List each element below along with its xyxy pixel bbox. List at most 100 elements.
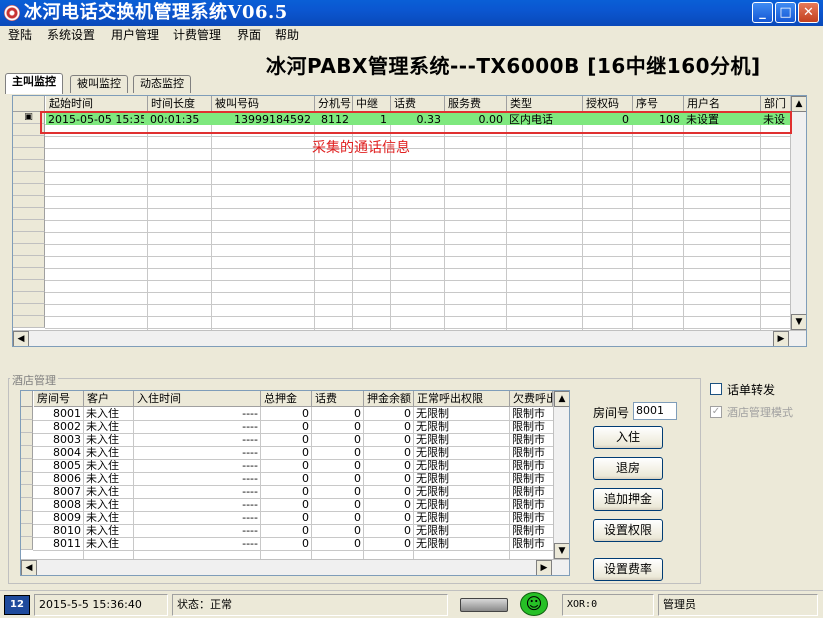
room-cell[interactable]: 未入住: [86, 525, 131, 537]
rooms-scroll-left-button[interactable]: ◀: [21, 560, 37, 575]
horizontal-scrollbar[interactable]: ◀ ▶: [13, 330, 806, 346]
row-selector[interactable]: [13, 136, 45, 148]
menu-billing[interactable]: 计费管理: [173, 26, 221, 44]
room-cell[interactable]: 0: [263, 525, 309, 537]
row-selector[interactable]: [13, 208, 45, 220]
room-cell[interactable]: 8001: [36, 408, 81, 420]
menu-login[interactable]: 登陆: [8, 26, 32, 44]
room-cell[interactable]: 0: [366, 486, 411, 498]
row-selector[interactable]: [21, 511, 33, 524]
column-header[interactable]: 中继: [353, 96, 391, 112]
room-cell[interactable]: 未入住: [86, 486, 131, 498]
room-number-input[interactable]: 8001: [633, 402, 677, 420]
room-cell[interactable]: 0: [314, 525, 361, 537]
room-cell[interactable]: 8009: [36, 512, 81, 524]
room-cell[interactable]: ----: [136, 486, 258, 498]
row-selector[interactable]: [21, 407, 33, 420]
menu-interface[interactable]: 界面: [237, 26, 261, 44]
rooms-horizontal-scrollbar[interactable]: ◀ ▶: [21, 559, 569, 575]
row-selector[interactable]: [21, 498, 33, 511]
column-header[interactable]: 被叫号码: [212, 96, 315, 112]
room-cell[interactable]: 限制市: [512, 512, 550, 524]
room-cell[interactable]: 0: [314, 408, 361, 420]
rooms-scroll-right-button[interactable]: ▶: [536, 560, 552, 575]
room-cell[interactable]: 0: [366, 408, 411, 420]
room-cell[interactable]: 8003: [36, 434, 81, 446]
room-cell[interactable]: ----: [136, 447, 258, 459]
room-cell[interactable]: 无限制: [416, 499, 507, 511]
room-cell[interactable]: 0: [366, 421, 411, 433]
check-in-button[interactable]: 入住: [593, 426, 663, 449]
room-cell[interactable]: 0: [314, 486, 361, 498]
room-cell[interactable]: ----: [136, 460, 258, 472]
room-cell[interactable]: 0: [366, 473, 411, 485]
column-header[interactable]: 时间长度: [148, 96, 212, 112]
room-cell[interactable]: 限制市: [512, 538, 550, 550]
row-selector[interactable]: [13, 232, 45, 244]
row-selector[interactable]: [21, 472, 33, 485]
room-cell[interactable]: 无限制: [416, 434, 507, 446]
room-cell[interactable]: 0: [263, 512, 309, 524]
row-selector[interactable]: [13, 244, 45, 256]
row-selector[interactable]: [21, 485, 33, 498]
row-selector[interactable]: [13, 160, 45, 172]
column-header[interactable]: 话费: [391, 96, 445, 112]
room-cell[interactable]: 无限制: [416, 408, 507, 420]
row-selector[interactable]: [13, 280, 45, 292]
menu-help[interactable]: 帮助: [275, 26, 299, 44]
column-header[interactable]: 入住时间: [134, 391, 261, 407]
room-cell[interactable]: 限制市: [512, 525, 550, 537]
room-cell[interactable]: 无限制: [416, 460, 507, 472]
room-cell[interactable]: 0: [366, 447, 411, 459]
room-cell[interactable]: 限制市: [512, 460, 550, 472]
row-selector[interactable]: [13, 292, 45, 304]
column-header[interactable]: 正常呼出权限: [414, 391, 510, 407]
hotel-mode-checkbox[interactable]: ✓: [710, 406, 722, 418]
room-cell[interactable]: 未入住: [86, 447, 131, 459]
scroll-right-button[interactable]: ▶: [773, 331, 789, 346]
room-cell[interactable]: 0: [366, 525, 411, 537]
room-cell[interactable]: 0: [366, 512, 411, 524]
row-selector[interactable]: [13, 316, 45, 328]
room-cell[interactable]: 未入住: [86, 538, 131, 550]
column-header[interactable]: 序号: [633, 96, 684, 112]
room-cell[interactable]: ----: [136, 525, 258, 537]
minimize-button[interactable]: _: [752, 2, 773, 23]
title-bar[interactable]: 冰河电话交换机管理系统V06.5 _ □ ✕: [0, 0, 823, 26]
column-header[interactable]: 起始时间: [46, 96, 148, 112]
room-cell[interactable]: 0: [263, 421, 309, 433]
row-selector[interactable]: [21, 433, 33, 446]
room-cell[interactable]: 未入住: [86, 421, 131, 433]
room-cell[interactable]: 8010: [36, 525, 81, 537]
vertical-scrollbar[interactable]: ▲ ▼: [790, 96, 806, 330]
column-header[interactable]: 分机号: [315, 96, 353, 112]
room-cell[interactable]: 0: [263, 447, 309, 459]
row-selector[interactable]: [21, 524, 33, 537]
row-selector[interactable]: [21, 537, 33, 550]
room-cell[interactable]: 0: [314, 421, 361, 433]
room-cell[interactable]: 限制市: [512, 434, 550, 446]
column-header[interactable]: 房间号: [34, 391, 84, 407]
room-cell[interactable]: 0: [263, 408, 309, 420]
room-cell[interactable]: 限制市: [512, 408, 550, 420]
room-cell[interactable]: 8008: [36, 499, 81, 511]
room-cell[interactable]: 8007: [36, 486, 81, 498]
bill-forward-checkbox[interactable]: [710, 383, 722, 395]
row-selector[interactable]: [13, 220, 45, 232]
room-cell[interactable]: 8005: [36, 460, 81, 472]
room-cell[interactable]: 限制市: [512, 473, 550, 485]
room-cell[interactable]: 无限制: [416, 538, 507, 550]
row-selector[interactable]: [21, 446, 33, 459]
room-cell[interactable]: ----: [136, 512, 258, 524]
room-cell[interactable]: 无限制: [416, 512, 507, 524]
check-out-button[interactable]: 退房: [593, 457, 663, 480]
row-selector[interactable]: [13, 148, 45, 160]
column-header[interactable]: 欠费呼出: [510, 391, 553, 407]
row-selector[interactable]: [13, 196, 45, 208]
room-cell[interactable]: 0: [263, 499, 309, 511]
room-cell[interactable]: 无限制: [416, 421, 507, 433]
room-cell[interactable]: 无限制: [416, 486, 507, 498]
set-rate-button[interactable]: 设置费率: [593, 558, 663, 581]
column-header[interactable]: 押金余额: [364, 391, 414, 407]
rooms-scroll-down-button[interactable]: ▼: [554, 543, 569, 559]
